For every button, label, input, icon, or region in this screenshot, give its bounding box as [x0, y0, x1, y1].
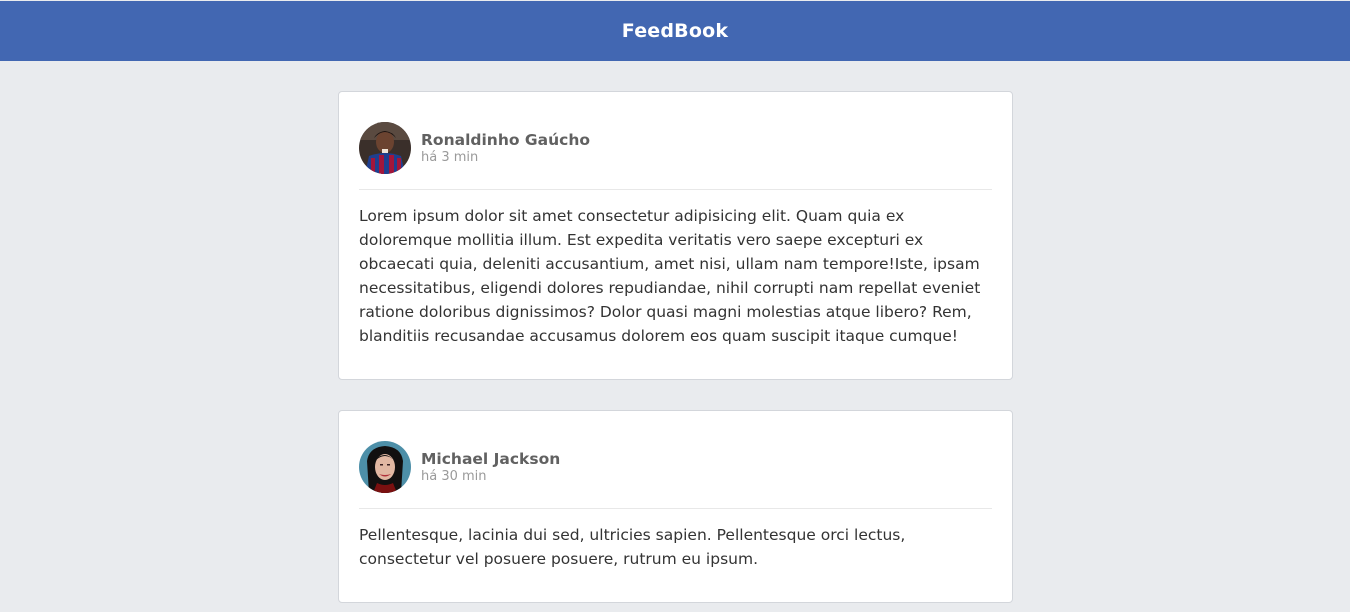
avatar[interactable]	[359, 440, 411, 493]
avatar[interactable]	[359, 121, 411, 174]
author-name[interactable]: Michael Jackson	[421, 449, 560, 469]
post-card: Michael Jackson há 30 min Pellentesque, …	[338, 410, 1013, 603]
top-navbar: FeedBook	[0, 0, 1350, 61]
michael-jackson-avatar-image	[359, 440, 411, 493]
post-meta: Michael Jackson há 30 min	[421, 449, 560, 485]
post-content: Pellentesque, lacinia dui sed, ultricies…	[359, 526, 906, 568]
brand-logo-text[interactable]: FeedBook	[622, 20, 728, 42]
ronaldinho-avatar-image	[359, 121, 411, 174]
post-content: Lorem ipsum dolor sit amet consectetur a…	[359, 207, 981, 345]
post-timestamp: há 3 min	[421, 149, 479, 165]
post-card: Ronaldinho Gaúcho há 3 min Lorem ipsum d…	[338, 91, 1013, 380]
post-header: Ronaldinho Gaúcho há 3 min	[359, 121, 992, 174]
post-header: Michael Jackson há 30 min	[359, 440, 992, 493]
post-divider	[359, 508, 992, 509]
post-meta: Ronaldinho Gaúcho há 3 min	[421, 130, 590, 166]
author-name[interactable]: Ronaldinho Gaúcho	[421, 130, 590, 150]
post-timestamp: há 30 min	[421, 468, 487, 484]
post-divider	[359, 189, 992, 190]
